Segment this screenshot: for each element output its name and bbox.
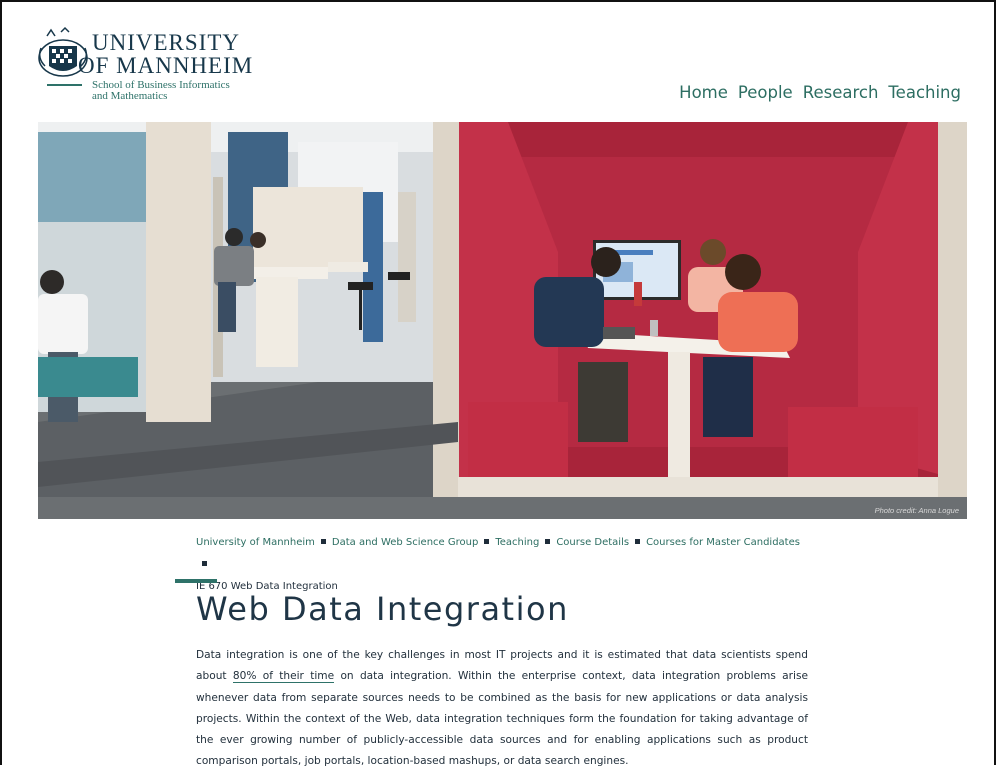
breadcrumb-link[interactable]: Courses for Master Candidates	[646, 537, 800, 548]
title-accent-bar	[175, 579, 217, 583]
nav-teaching[interactable]: Teaching	[888, 83, 961, 102]
logo-title-line2: OF MANNHEIM	[78, 53, 254, 78]
breadcrumb-link[interactable]: Data and Web Science Group	[332, 537, 478, 548]
logo-subtitle-line2: and Mathematics	[92, 90, 168, 102]
breadcrumb-separator	[545, 539, 551, 544]
breadcrumb-separator	[320, 539, 326, 544]
breadcrumb-separator	[484, 539, 490, 544]
nav-research[interactable]: Research	[803, 83, 879, 102]
breadcrumb-separator	[202, 561, 207, 566]
intro-text-part2: on data integration. Within the enterpri…	[196, 670, 809, 768]
intro-link[interactable]: 80% of their time	[232, 670, 335, 684]
breadcrumb-link[interactable]: University of Mannheim	[196, 537, 315, 548]
logo-title-line1: UNIVERSITY	[92, 30, 240, 55]
breadcrumb-link[interactable]: Course Details	[556, 537, 629, 548]
nav-home[interactable]: Home	[679, 83, 728, 102]
breadcrumb-link[interactable]: Teaching	[495, 537, 539, 548]
hero-image: Photo credit: Anna Logue	[38, 122, 967, 519]
breadcrumb: University of Mannheim Data and Web Scien…	[196, 532, 816, 598]
photo-credit: Photo credit: Anna Logue	[874, 506, 959, 515]
page-title: Web Data Integration	[196, 590, 569, 628]
browser-frame: UNIVERSITY OF MANNHEIM School of Busines…	[0, 0, 996, 767]
hero-illustration	[38, 122, 967, 519]
nav-people[interactable]: People	[738, 83, 793, 102]
logo-rule	[47, 84, 82, 86]
breadcrumb-separator	[635, 539, 641, 544]
intro-paragraph: Data integration is one of the key chall…	[196, 645, 808, 773]
main-nav: Home People Research Teaching	[679, 83, 961, 102]
